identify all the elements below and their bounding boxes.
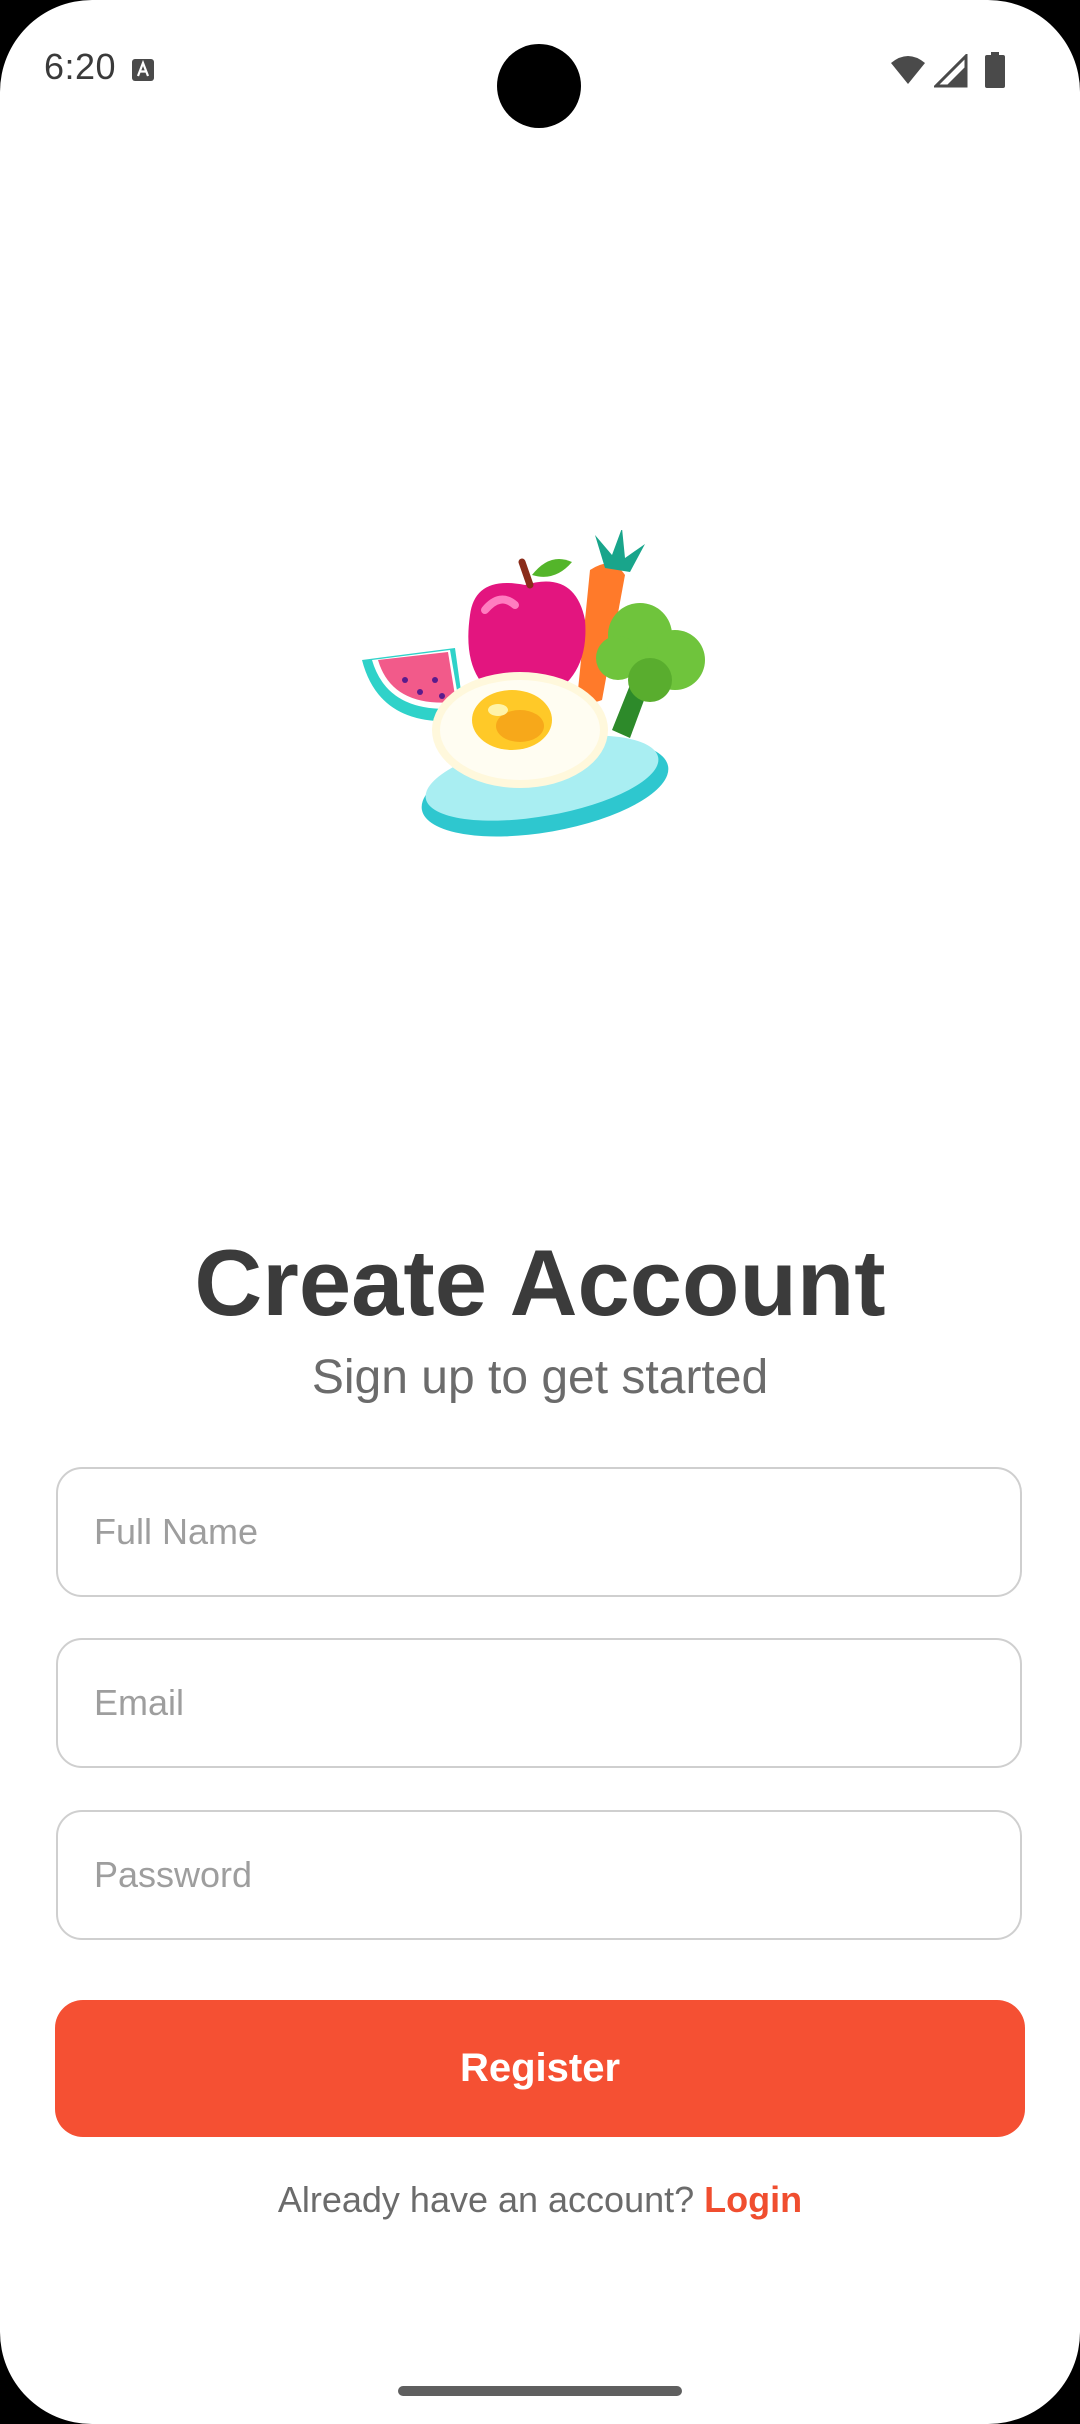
full-name-field[interactable] xyxy=(56,1467,1022,1597)
full-name-input[interactable] xyxy=(94,1469,984,1595)
battery-icon xyxy=(985,52,1005,88)
email-input[interactable] xyxy=(94,1640,984,1766)
email-field[interactable] xyxy=(56,1638,1022,1768)
login-prompt-text: Already have an account? xyxy=(277,2179,705,2220)
camera-cutout xyxy=(497,44,581,128)
home-indicator[interactable] xyxy=(398,2386,682,2396)
page-subtitle: Sign up to get started xyxy=(311,1351,769,1404)
password-input[interactable] xyxy=(94,1812,984,1938)
keyboard-a-icon xyxy=(132,59,154,81)
register-button[interactable]: Register xyxy=(55,2000,1025,2137)
food-illustration-icon xyxy=(362,530,705,837)
login-link[interactable]: Login xyxy=(704,2179,802,2220)
screen: 6:20 Create Account Sign up to get start… xyxy=(0,0,1080,2424)
status-time: 6:20 xyxy=(44,46,117,87)
password-field[interactable] xyxy=(56,1810,1022,1940)
signal-icon xyxy=(934,54,968,88)
status-bar: 6:20 xyxy=(0,0,1080,140)
page-title: Create Account xyxy=(194,1230,886,1335)
wifi-icon xyxy=(891,56,925,84)
login-prompt: Already have an account? Login xyxy=(0,2176,1080,2224)
